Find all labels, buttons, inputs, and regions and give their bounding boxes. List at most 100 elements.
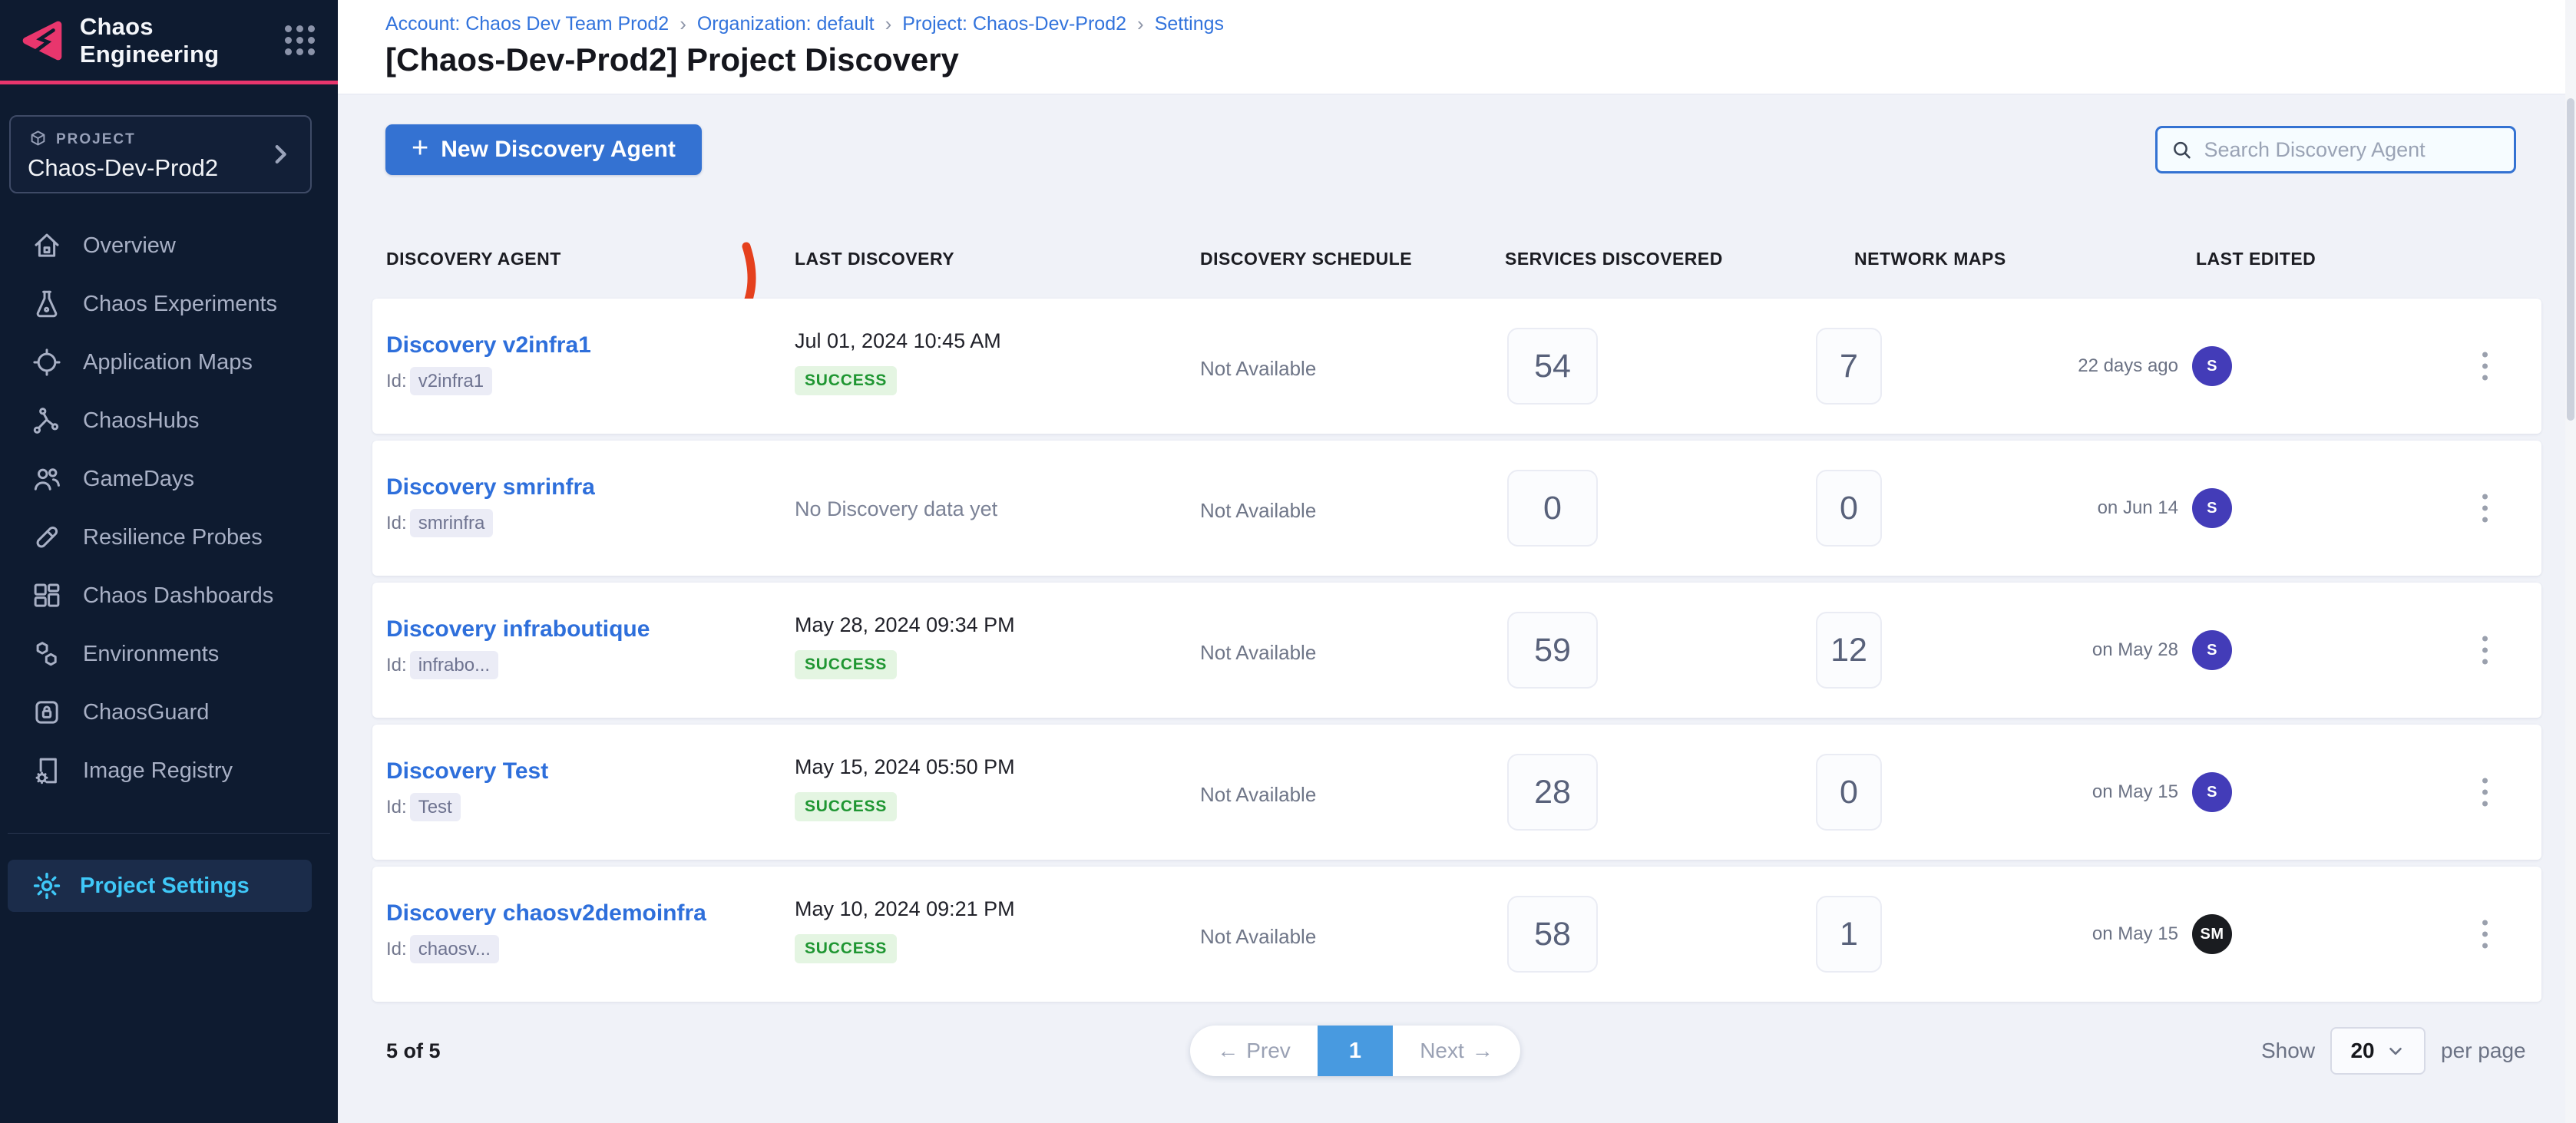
discovery-schedule: Not Available — [1200, 925, 1316, 949]
last-edited-text: 22 days ago — [2078, 355, 2178, 377]
sidebar-item-chaosguard[interactable]: ChaosGuard — [0, 683, 338, 742]
page-title: [Chaos-Dev-Prod2] Project Discovery — [385, 41, 959, 78]
agent-name-link[interactable]: Discovery smrinfra — [386, 474, 595, 500]
chaos-engineering-app: Chaos Engineering PROJECT Chaos-Dev-Prod… — [0, 0, 2576, 1123]
column-header-discovery-agent: DISCOVERY AGENT — [386, 249, 561, 269]
sidebar-item-overview[interactable]: Overview — [0, 216, 338, 275]
users-icon — [31, 463, 63, 495]
prev-page-button[interactable]: ← Prev — [1190, 1026, 1318, 1076]
page-size-select[interactable]: 20 — [2330, 1027, 2426, 1075]
sidebar-item-chaos-experiments[interactable]: Chaos Experiments — [0, 275, 338, 333]
cube-icon — [28, 129, 48, 150]
agent-id-pill: smrinfra — [410, 509, 494, 537]
network-maps-count: 0 — [1816, 470, 1882, 547]
last-edited-text: on May 15 — [2092, 781, 2178, 803]
avatar: S — [2192, 346, 2232, 386]
next-page-button[interactable]: Next → — [1393, 1026, 1520, 1076]
app-switcher-icon[interactable] — [285, 25, 315, 55]
agent-name-link[interactable]: Discovery infraboutique — [386, 616, 650, 642]
column-header-services-discovered: SERVICES DISCOVERED — [1505, 249, 1723, 269]
brand-row: Chaos Engineering — [0, 0, 338, 84]
search-icon — [2170, 137, 2194, 163]
row-menu-icon[interactable] — [2475, 345, 2495, 388]
avatar: S — [2192, 772, 2232, 812]
agent-id-pill: Test — [410, 793, 461, 821]
sidebar-item-gamedays[interactable]: GameDays — [0, 450, 338, 508]
breadcrumb-settings[interactable]: Settings — [1155, 13, 1224, 35]
page-number-button[interactable]: 1 — [1318, 1026, 1393, 1076]
brand-title: Chaos Engineering — [80, 13, 285, 68]
sidebar-item-chaos-dashboards[interactable]: Chaos Dashboards — [0, 566, 338, 625]
network-maps-count: 12 — [1816, 612, 1882, 689]
discovery-schedule: Not Available — [1200, 357, 1316, 381]
page-size-control: Show 20 per page — [2261, 1026, 2526, 1076]
status-badge: SUCCESS — [795, 366, 897, 395]
row-menu-icon[interactable] — [2475, 913, 2495, 956]
breadcrumb-project[interactable]: Project: Chaos-Dev-Prod2 — [902, 13, 1126, 35]
services-discovered-count: 59 — [1507, 612, 1598, 689]
network-maps-count: 0 — [1816, 754, 1882, 831]
pagination: ← Prev 1 Next → — [1190, 1026, 1520, 1076]
column-header-network-maps: NETWORK MAPS — [1854, 249, 2006, 269]
row-menu-icon[interactable] — [2475, 771, 2495, 814]
flask-icon — [31, 288, 63, 320]
services-discovered-count: 58 — [1507, 896, 1598, 973]
services-discovered-count: 28 — [1507, 754, 1598, 831]
search-input[interactable] — [2204, 138, 2502, 162]
gear-icon — [31, 870, 63, 902]
table-row: Discovery infraboutique Id:infrabo... Ma… — [372, 583, 2541, 718]
breadcrumb: Account: Chaos Dev Team Prod2 › Organiza… — [385, 12, 1224, 36]
sidebar-item-application-maps[interactable]: Application Maps — [0, 333, 338, 391]
discovery-schedule: Not Available — [1200, 641, 1316, 665]
breadcrumb-separator: › — [1137, 12, 1144, 36]
home-icon — [31, 230, 63, 262]
breadcrumb-account[interactable]: Account: Chaos Dev Team Prod2 — [385, 13, 669, 35]
last-discovery-date: May 28, 2024 09:34 PM — [795, 613, 1015, 637]
status-badge: SUCCESS — [795, 650, 897, 679]
agent-name-link[interactable]: Discovery v2infra1 — [386, 332, 591, 358]
scrollbar-thumb[interactable] — [2567, 98, 2574, 421]
sidebar-menu: Overview Chaos Experiments Application M… — [0, 216, 338, 800]
breadcrumb-separator: › — [680, 12, 686, 36]
row-menu-icon[interactable] — [2475, 487, 2495, 530]
search-box — [2155, 126, 2516, 173]
agent-name-link[interactable]: Discovery chaosv2demoinfra — [386, 900, 706, 926]
agent-id-pill: v2infra1 — [410, 367, 492, 395]
arrow-left-icon: ← — [1217, 1039, 1238, 1063]
file-gear-icon — [31, 755, 63, 787]
last-edited-text: on Jun 14 — [2098, 497, 2178, 519]
sidebar-item-chaoshubs[interactable]: ChaosHubs — [0, 391, 338, 450]
agent-name-link[interactable]: Discovery Test — [386, 758, 548, 784]
row-menu-icon[interactable] — [2475, 629, 2495, 672]
project-selector[interactable]: PROJECT Chaos-Dev-Prod2 — [9, 115, 312, 193]
row-count: 5 of 5 — [386, 1039, 441, 1063]
target-icon — [31, 346, 63, 378]
discovery-schedule: Not Available — [1200, 499, 1316, 523]
sidebar-item-resilience-probes[interactable]: Resilience Probes — [0, 508, 338, 566]
sidebar: Chaos Engineering PROJECT Chaos-Dev-Prod… — [0, 0, 338, 1123]
sidebar-item-image-registry[interactable]: Image Registry — [0, 742, 338, 800]
discovery-agent-table: Discovery v2infra1 Id:v2infra1 Jul 01, 2… — [372, 299, 2541, 1009]
breadcrumb-organization[interactable]: Organization: default — [697, 13, 875, 35]
avatar: S — [2192, 630, 2232, 670]
arrow-right-icon: → — [1472, 1039, 1493, 1063]
services-discovered-count: 54 — [1507, 328, 1598, 405]
discovery-schedule: Not Available — [1200, 783, 1316, 807]
last-discovery-date: May 15, 2024 05:50 PM — [795, 755, 1015, 779]
scrollbar[interactable] — [2565, 0, 2576, 1123]
sidebar-item-project-settings[interactable]: Project Settings — [8, 860, 312, 912]
sidebar-item-environments[interactable]: Environments — [0, 625, 338, 683]
column-header-last-discovery: LAST DISCOVERY — [795, 249, 954, 269]
network-icon — [31, 405, 63, 437]
dashboard-icon — [31, 580, 63, 612]
table-row: Discovery Test Id:Test May 15, 2024 05:5… — [372, 725, 2541, 860]
last-discovery-date: May 10, 2024 09:21 PM — [795, 897, 1015, 921]
new-discovery-agent-button[interactable]: + New Discovery Agent — [385, 124, 702, 175]
agent-id-pill: infrabo... — [410, 651, 498, 679]
services-discovered-count: 0 — [1507, 470, 1598, 547]
chevron-down-icon — [2386, 1041, 2406, 1061]
last-discovery-date: Jul 01, 2024 10:45 AM — [795, 329, 1001, 353]
status-badge: SUCCESS — [795, 934, 897, 963]
chevron-right-icon — [267, 141, 293, 167]
last-edited-text: on May 15 — [2092, 923, 2178, 945]
